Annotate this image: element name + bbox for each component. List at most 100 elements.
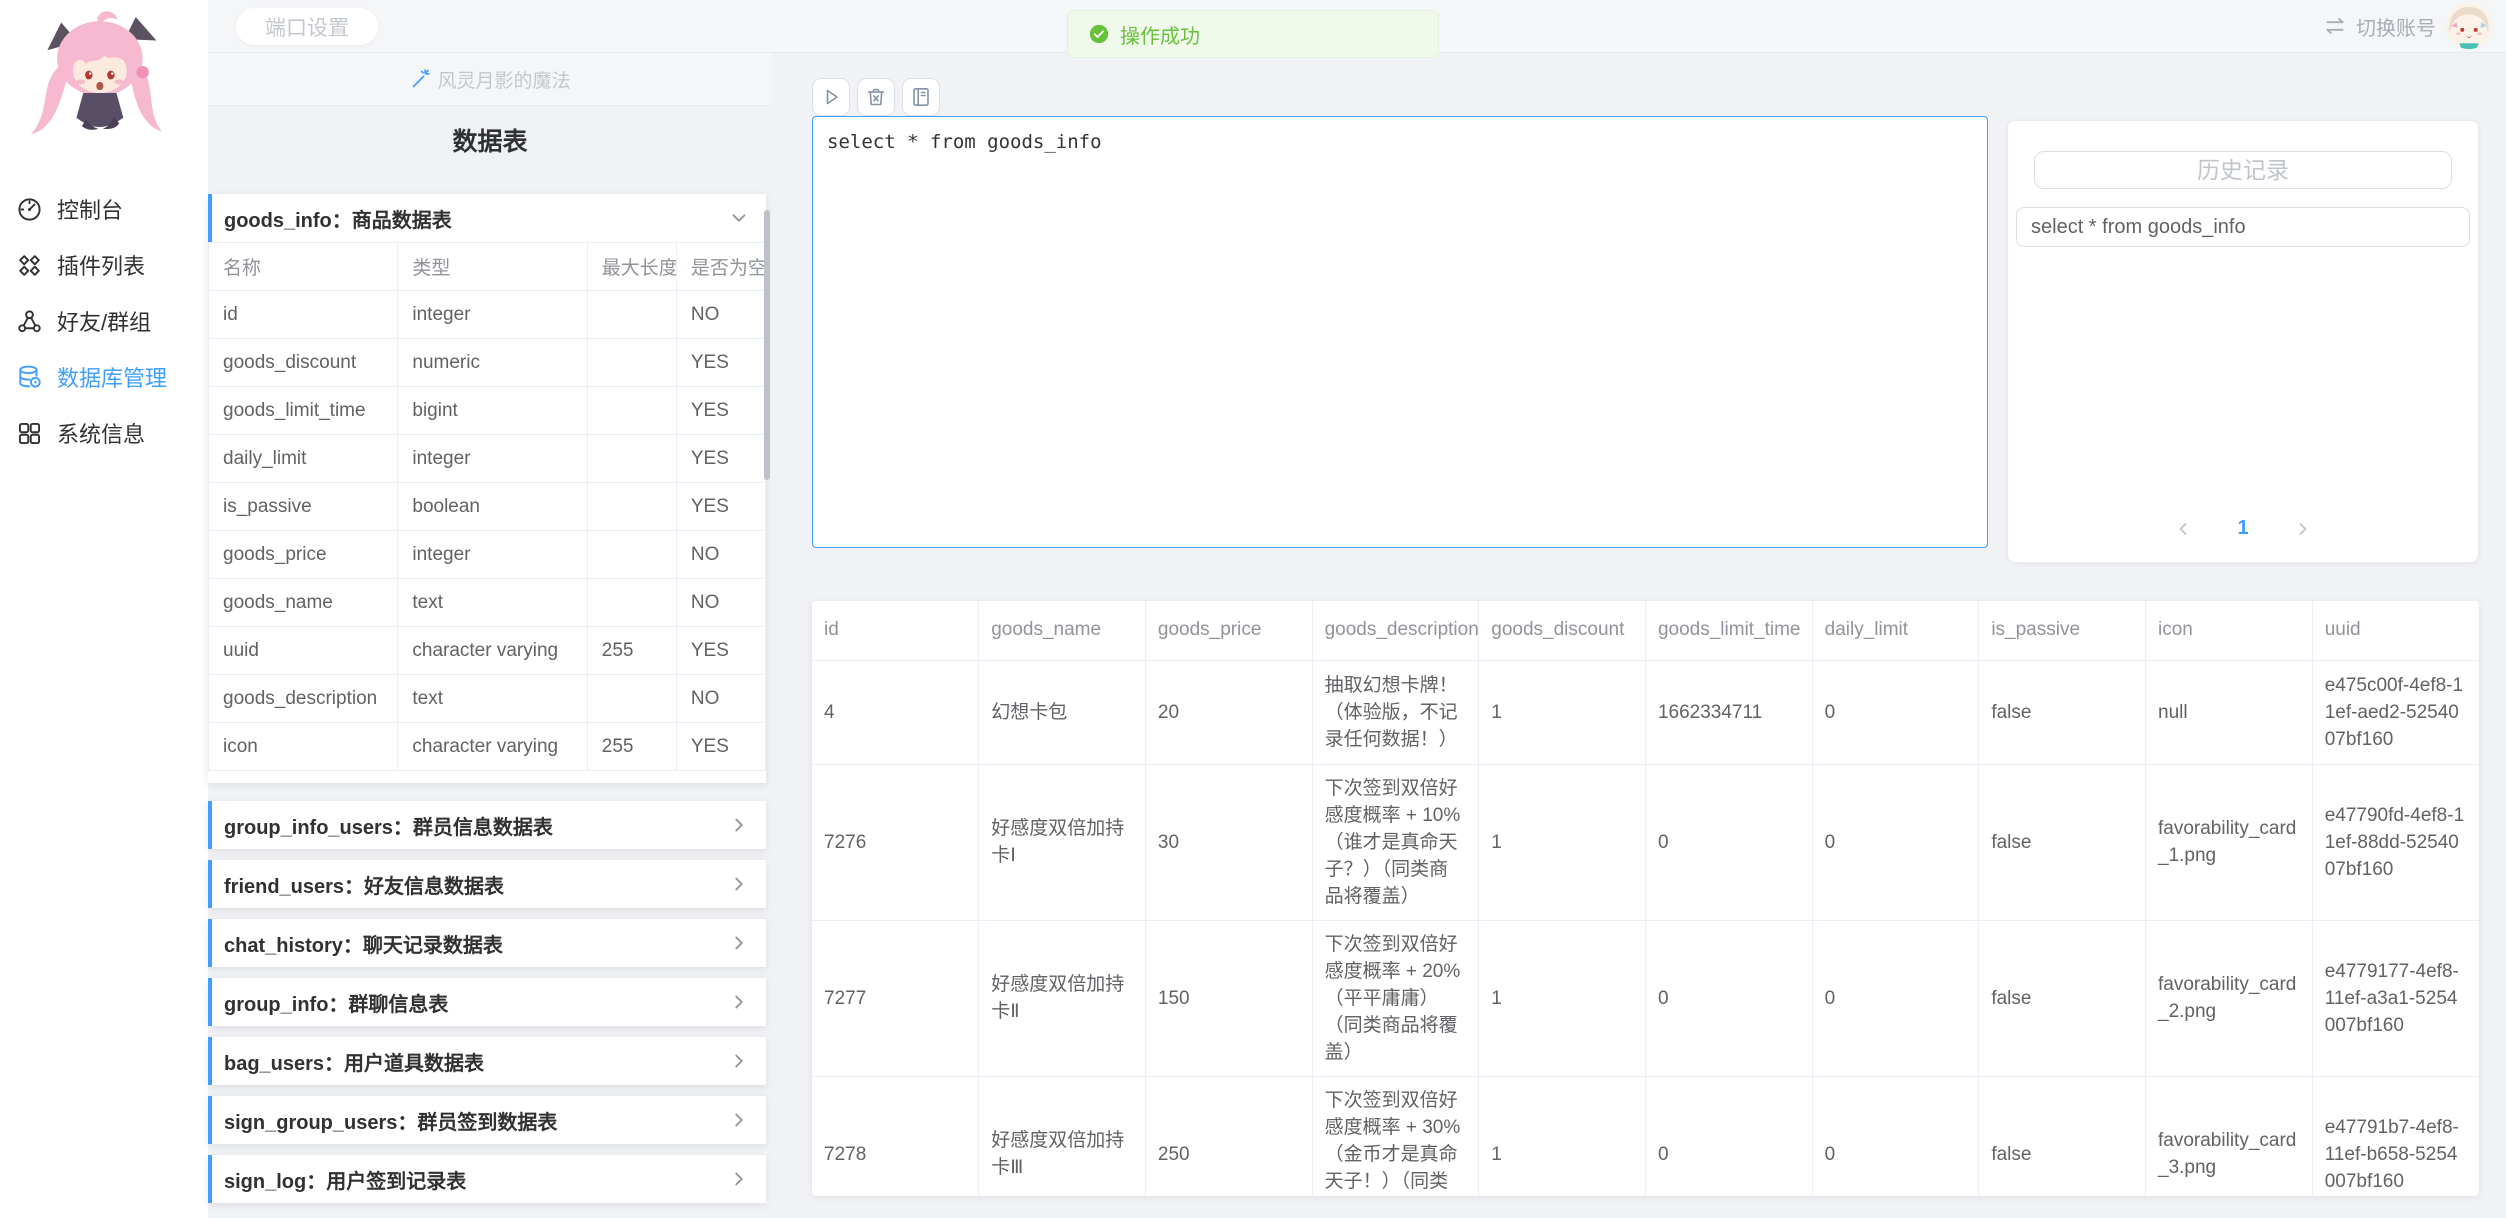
table-panel-collapsed[interactable]: sign_log：用户签到记录表 — [208, 1155, 766, 1203]
magic-label: 风灵月影的魔法 — [437, 66, 570, 93]
results-cell: false — [1979, 1076, 2146, 1196]
results-col-header: id — [812, 601, 979, 660]
clear-editor-button[interactable] — [857, 78, 895, 116]
table-panel-title: sign_group_users：群员签到数据表 — [224, 1106, 557, 1135]
table-panel-title: friend_users：好友信息数据表 — [224, 870, 504, 899]
next-page-icon[interactable] — [2293, 519, 2313, 539]
tables-panel: 端口设置 风灵月影的魔法 数据表 goods_info：商品数据表 — [208, 0, 772, 1218]
schema-table-body: idintegerNOgoods_discountnumericYESgoods… — [209, 291, 766, 771]
schema-cell: YES — [676, 339, 765, 387]
schema-cell: NO — [676, 531, 765, 579]
table-panel-collapsed[interactable]: friend_users：好友信息数据表 — [208, 860, 766, 908]
results-cell: 好感度双倍加持卡Ⅰ — [979, 764, 1146, 920]
schema-cell — [587, 531, 676, 579]
scrollbar-thumb[interactable] — [764, 210, 770, 480]
results-cell: 0 — [1812, 920, 1979, 1076]
tables-panel-topbar: 端口设置 — [208, 0, 772, 53]
port-settings-button[interactable]: 端口设置 — [236, 8, 378, 45]
switch-account-label: 切换账号 — [2356, 12, 2436, 41]
schema-cell: goods_price — [209, 531, 398, 579]
page-number[interactable]: 1 — [2237, 517, 2248, 540]
results-cell: 好感度双倍加持卡Ⅲ — [979, 1076, 1146, 1196]
sidebar-item-database[interactable]: 数据库管理 — [0, 349, 208, 405]
schema-table: 名称 类型 最大长度 是否为空 idintegerNOgoods_discoun… — [208, 242, 766, 771]
results-cell: 7278 — [812, 1076, 979, 1196]
results-cell: 150 — [1145, 920, 1312, 1076]
sidebar-item-friends-groups[interactable]: 好友/群组 — [0, 293, 208, 349]
results-col-header: goods_name — [979, 601, 1146, 660]
results-cell: 1 — [1479, 660, 1646, 764]
chevron-right-icon — [728, 873, 750, 895]
history-pagination: 1 — [2008, 517, 2478, 540]
schema-cell: integer — [398, 435, 587, 483]
results-cell: 0 — [1812, 1076, 1979, 1196]
history-title-button[interactable]: 历史记录 — [2034, 151, 2452, 189]
sidebar-item-console[interactable]: 控制台 — [0, 181, 208, 237]
mascot-chibi-icon — [14, 6, 194, 144]
sidebar-item-plugins[interactable]: 插件列表 — [0, 237, 208, 293]
play-icon — [819, 85, 843, 109]
schema-cell — [587, 339, 676, 387]
table-panel-collapsed[interactable]: group_info_users：群员信息数据表 — [208, 801, 766, 849]
schema-row: iconcharacter varying255YES — [209, 723, 766, 771]
schema-cell: goods_limit_time — [209, 387, 398, 435]
results-col-header: goods_limit_time — [1645, 601, 1812, 660]
schema-cell: integer — [398, 291, 587, 339]
results-cell: 1 — [1479, 920, 1646, 1076]
schema-cell — [587, 579, 676, 627]
schema-cell: goods_description — [209, 675, 398, 723]
schema-row: goods_priceinteger NO — [209, 531, 766, 579]
results-col-header: goods_description — [1312, 601, 1479, 660]
schema-cell — [587, 675, 676, 723]
sidebar: 控制台 插件列表 好友/群组 — [0, 0, 208, 1218]
schema-cell: integer — [398, 531, 587, 579]
user-avatar[interactable] — [2446, 3, 2492, 49]
results-table-body: 4幻想卡包20抽取幻想卡牌！（体验版，不记录任何数据！）116623347110… — [812, 660, 2479, 1196]
table-panel-title: group_info：群聊信息表 — [224, 988, 448, 1017]
schema-cell: daily_limit — [209, 435, 398, 483]
schema-cell: YES — [676, 723, 765, 771]
results-cell: 7277 — [812, 920, 979, 1076]
chevron-down-icon — [728, 207, 750, 229]
schema-cell: YES — [676, 387, 765, 435]
query-results-panel: idgoods_namegoods_pricegoods_description… — [812, 601, 2479, 1196]
prev-page-icon[interactable] — [2173, 519, 2193, 539]
database-icon — [16, 364, 43, 391]
friends-icon — [16, 308, 43, 335]
history-item[interactable]: select * from goods_info — [2016, 207, 2470, 247]
switch-account-button[interactable]: 切换账号 — [2322, 12, 2436, 41]
schema-cell: text — [398, 579, 587, 627]
schema-cell: character varying — [398, 627, 587, 675]
chevron-right-icon — [728, 1168, 750, 1190]
results-cell: 0 — [1812, 764, 1979, 920]
table-panel-header[interactable]: goods_info：商品数据表 — [208, 194, 766, 242]
chevron-right-icon — [728, 932, 750, 954]
sql-editor[interactable]: select * from goods_info — [812, 116, 1988, 548]
schema-cell: 255 — [587, 723, 676, 771]
table-panel-collapsed[interactable]: group_info：群聊信息表 — [208, 978, 766, 1026]
sidebar-item-label: 插件列表 — [57, 249, 145, 281]
results-row: 7278好感度双倍加持卡Ⅲ250下次签到双倍好感度概率 + 30%（金币才是真命… — [812, 1076, 2479, 1196]
results-cell: null — [2146, 660, 2313, 764]
success-toast: 操作成功 — [1067, 10, 1439, 58]
schema-col-header: 名称 — [209, 243, 398, 291]
results-cell: 下次签到双倍好感度概率 + 10%（谁才是真命天子？）（同类商品将覆盖） — [1312, 764, 1479, 920]
run-query-button[interactable] — [812, 78, 850, 116]
schema-cell: bigint — [398, 387, 587, 435]
schema-row: idintegerNO — [209, 291, 766, 339]
magic-strip: 风灵月影的魔法 — [208, 53, 772, 106]
schema-cell: YES — [676, 435, 765, 483]
results-cell: e47791b7-4ef8-11ef-b658-5254007bf160 — [2312, 1076, 2479, 1196]
schema-row: goods_discountnumericYES — [209, 339, 766, 387]
table-panel-collapsed[interactable]: bag_users：用户道具数据表 — [208, 1037, 766, 1085]
schema-row: goods_descriptiontextNO — [209, 675, 766, 723]
results-col-header: icon — [2146, 601, 2313, 660]
table-panel-collapsed[interactable]: sign_group_users：群员签到数据表 — [208, 1096, 766, 1144]
schema-row: goods_nametextNO — [209, 579, 766, 627]
sidebar-item-system-info[interactable]: 系统信息 — [0, 405, 208, 461]
table-panel-collapsed[interactable]: chat_history：聊天记录数据表 — [208, 919, 766, 967]
schema-row: goods_limit_timebigint YES — [209, 387, 766, 435]
history-log-button[interactable] — [902, 78, 940, 116]
swap-icon — [2322, 13, 2348, 39]
schema-cell: NO — [676, 579, 765, 627]
